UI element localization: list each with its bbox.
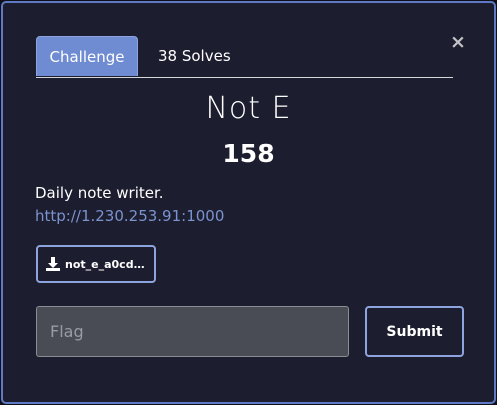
flag-input[interactable] [36,306,349,357]
download-icon [46,257,60,271]
submit-button[interactable]: Submit [365,306,464,357]
tab-bar: Challenge 38 Solves [36,36,453,78]
challenge-link[interactable]: http://1.230.253.91:1000 [35,207,224,225]
file-name-label: not_e_a0cd… [65,257,145,271]
challenge-title: Not E [205,91,292,126]
challenge-points: 158 [222,139,275,168]
tab-solves[interactable]: 38 Solves [158,36,278,76]
challenge-modal: × Challenge 38 Solves Not E 158 Daily no… [1,1,496,404]
tab-challenge[interactable]: Challenge [36,36,138,76]
challenge-description: Daily note writer. [35,184,164,202]
file-download-button[interactable]: not_e_a0cd… [36,245,156,283]
